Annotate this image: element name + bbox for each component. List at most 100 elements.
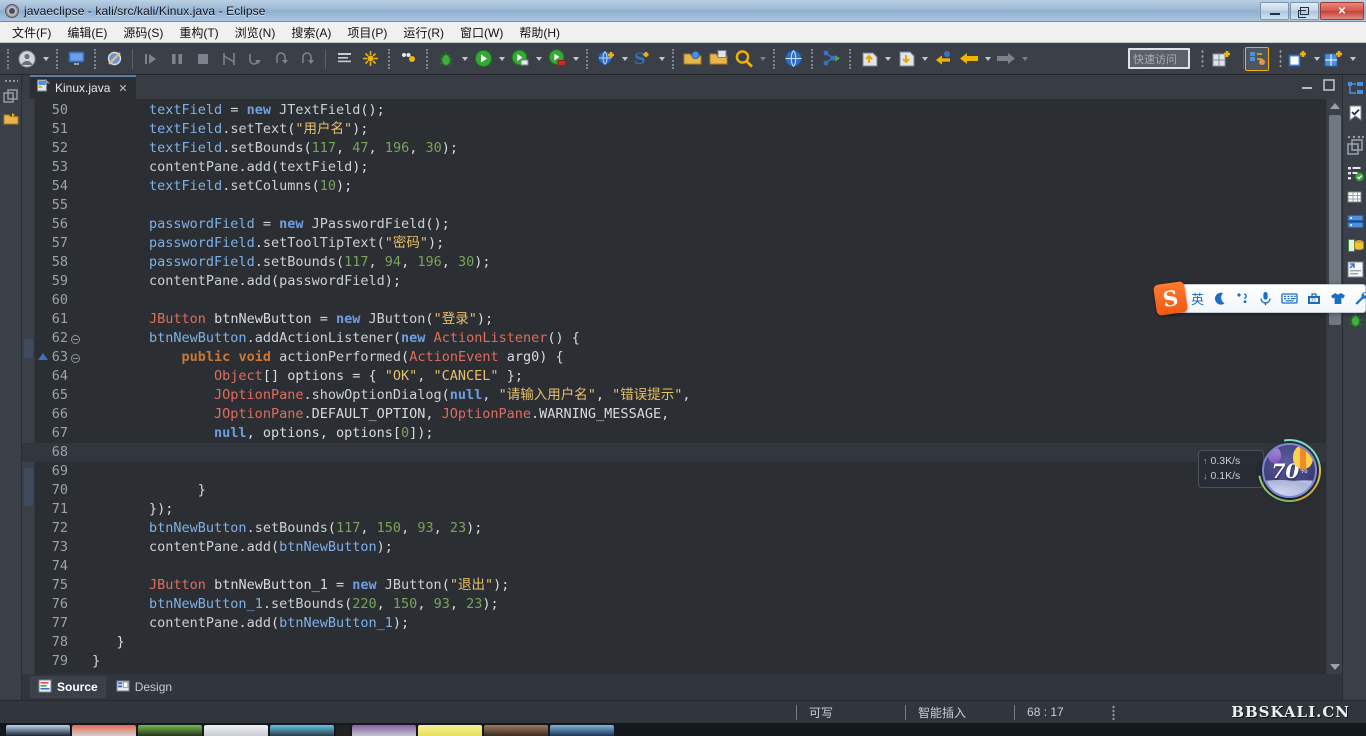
- new-java-project-dropdown-arrow[interactable]: [1347, 47, 1358, 71]
- skin-icon[interactable]: [1330, 291, 1346, 306]
- code-line[interactable]: 50 textField = new JTextField();: [22, 101, 1326, 120]
- user-dropdown-arrow[interactable]: [40, 47, 51, 71]
- code-line[interactable]: 76 btnNewButton_1.setBounds(220, 150, 93…: [22, 595, 1326, 614]
- next-annotation-dropdown-arrow[interactable]: [919, 47, 930, 71]
- terminal-icon[interactable]: [332, 47, 356, 71]
- toolbox-icon[interactable]: 35: [1306, 291, 1322, 306]
- user-icon[interactable]: [15, 47, 39, 71]
- search-dropdown-arrow[interactable]: [757, 47, 768, 71]
- tab-design[interactable]: Design: [108, 676, 180, 698]
- maximize-editor-icon[interactable]: [1322, 78, 1336, 92]
- servers-view-icon[interactable]: [1347, 213, 1364, 230]
- new-java-project-icon[interactable]: [1321, 47, 1345, 71]
- scroll-up-icon[interactable]: [1330, 103, 1340, 109]
- perspective-grip[interactable]: [1279, 49, 1282, 67]
- code-line[interactable]: 65 JOptionPane.showOptionDialog(null, "请…: [22, 386, 1326, 405]
- previous-annotation-dropdown-arrow[interactable]: [882, 47, 893, 71]
- code-line[interactable]: 79 }: [22, 652, 1326, 671]
- ant-build-icon[interactable]: [358, 47, 382, 71]
- code-editor[interactable]: 50 textField = new JTextField();51 textF…: [22, 99, 1326, 674]
- code-line[interactable]: 73 contentPane.add(btnNewButton);: [22, 538, 1326, 557]
- properties-view-icon[interactable]: [1347, 189, 1364, 206]
- menu-refactor[interactable]: 重构(T): [171, 22, 226, 43]
- task-list-icon[interactable]: [1347, 105, 1364, 122]
- quick-access-grip[interactable]: [1201, 49, 1204, 67]
- run-dropdown-arrow[interactable]: [496, 47, 507, 71]
- step-return-icon[interactable]: [269, 47, 293, 71]
- overview-ruler[interactable]: [1326, 99, 1342, 674]
- minimize-editor-icon[interactable]: [1300, 78, 1314, 92]
- last-edit-location-icon[interactable]: [931, 47, 955, 71]
- taskbar-item[interactable]: [138, 725, 202, 736]
- back-icon[interactable]: [957, 47, 981, 71]
- soft-keyboard-icon[interactable]: [1281, 291, 1298, 306]
- fold-marker-icon[interactable]: [71, 354, 80, 363]
- toolbar-drag-handle[interactable]: [7, 49, 9, 69]
- restore-view-icon[interactable]: [3, 89, 19, 105]
- java-perspective-icon[interactable]: [1245, 47, 1269, 71]
- forward-dropdown-arrow[interactable]: [1019, 47, 1030, 71]
- code-line[interactable]: 66 JOptionPane.DEFAULT_OPTION, JOptionPa…: [22, 405, 1326, 424]
- code-line[interactable]: 77 contentPane.add(btnNewButton_1);: [22, 614, 1326, 633]
- suspend-icon[interactable]: [165, 47, 189, 71]
- new-wizard-icon[interactable]: [1209, 47, 1233, 71]
- taskbar-item[interactable]: [204, 725, 268, 736]
- sogou-logo-icon[interactable]: S: [1153, 281, 1188, 316]
- step-back-icon[interactable]: [295, 47, 319, 71]
- language-mode-icon[interactable]: 英: [1191, 289, 1204, 308]
- code-line[interactable]: 57 passwordField.setToolTipText("密码");: [22, 234, 1326, 253]
- tab-source[interactable]: Source: [30, 676, 106, 698]
- fold-marker-icon[interactable]: [71, 335, 80, 344]
- menu-edit[interactable]: 编辑(E): [59, 22, 115, 43]
- annotation-marker-icon[interactable]: [38, 353, 48, 360]
- code-line[interactable]: 52 textField.setBounds(117, 47, 196, 30)…: [22, 139, 1326, 158]
- taskbar-item[interactable]: [418, 725, 482, 736]
- run-icon[interactable]: [471, 47, 495, 71]
- quick-access-input[interactable]: 快速访问: [1128, 48, 1190, 69]
- taskbar-item[interactable]: [352, 725, 416, 736]
- open-web-browser-icon[interactable]: [781, 47, 805, 71]
- snippets-view-icon[interactable]: [1347, 261, 1364, 278]
- coverage-icon[interactable]: [396, 47, 420, 71]
- taskbar-item[interactable]: [6, 725, 70, 736]
- run-last-tool-icon[interactable]: [819, 47, 843, 71]
- menu-project[interactable]: 项目(P): [339, 22, 395, 43]
- punctuation-icon[interactable]: [1235, 291, 1250, 306]
- code-line[interactable]: 53 contentPane.add(textField);: [22, 158, 1326, 177]
- run-external-dropdown-arrow[interactable]: [533, 47, 544, 71]
- new-package-icon[interactable]: [1285, 47, 1309, 71]
- toggle-console-icon[interactable]: [64, 47, 88, 71]
- back-dropdown-arrow[interactable]: [982, 47, 993, 71]
- maximize-button[interactable]: [1290, 2, 1319, 20]
- code-line[interactable]: 54 textField.setColumns(10);: [22, 177, 1326, 196]
- search-s-icon[interactable]: S: [631, 47, 655, 71]
- step-over-icon[interactable]: [243, 47, 267, 71]
- run-external-icon[interactable]: [508, 47, 532, 71]
- code-line[interactable]: 71 });: [22, 500, 1326, 519]
- code-line[interactable]: 62 btnNewButton.addActionListener(new Ac…: [22, 329, 1326, 348]
- previous-annotation-icon[interactable]: [857, 47, 881, 71]
- restore-view-icon[interactable]: [1347, 139, 1364, 156]
- problems-view-icon[interactable]: [1347, 165, 1364, 182]
- code-line[interactable]: 75 JButton btnNewButton_1 = new JButton(…: [22, 576, 1326, 595]
- code-line[interactable]: 70 }: [22, 481, 1326, 500]
- menu-navigate[interactable]: 浏览(N): [227, 22, 284, 43]
- settings-wrench-icon[interactable]: [1354, 291, 1366, 306]
- new-web-icon[interactable]: [594, 47, 618, 71]
- scroll-down-icon[interactable]: [1330, 664, 1340, 670]
- code-line[interactable]: 60: [22, 291, 1326, 310]
- terminate-icon[interactable]: [191, 47, 215, 71]
- menu-window[interactable]: 窗口(W): [452, 22, 511, 43]
- search-icon[interactable]: [732, 47, 756, 71]
- next-annotation-icon[interactable]: [894, 47, 918, 71]
- code-line[interactable]: 51 textField.setText("用户名");: [22, 120, 1326, 139]
- rail-grip[interactable]: [4, 79, 18, 83]
- new-web-dropdown-arrow[interactable]: [619, 47, 630, 71]
- skip-breakpoints-icon[interactable]: [102, 47, 126, 71]
- menu-run[interactable]: 运行(R): [395, 22, 452, 43]
- debug-icon[interactable]: [434, 47, 458, 71]
- search-s-dropdown-arrow[interactable]: [656, 47, 667, 71]
- code-line[interactable]: 67 null, options, options[0]);: [22, 424, 1326, 443]
- debug-bug-icon[interactable]: [1347, 311, 1364, 328]
- taskbar-item[interactable]: [484, 725, 548, 736]
